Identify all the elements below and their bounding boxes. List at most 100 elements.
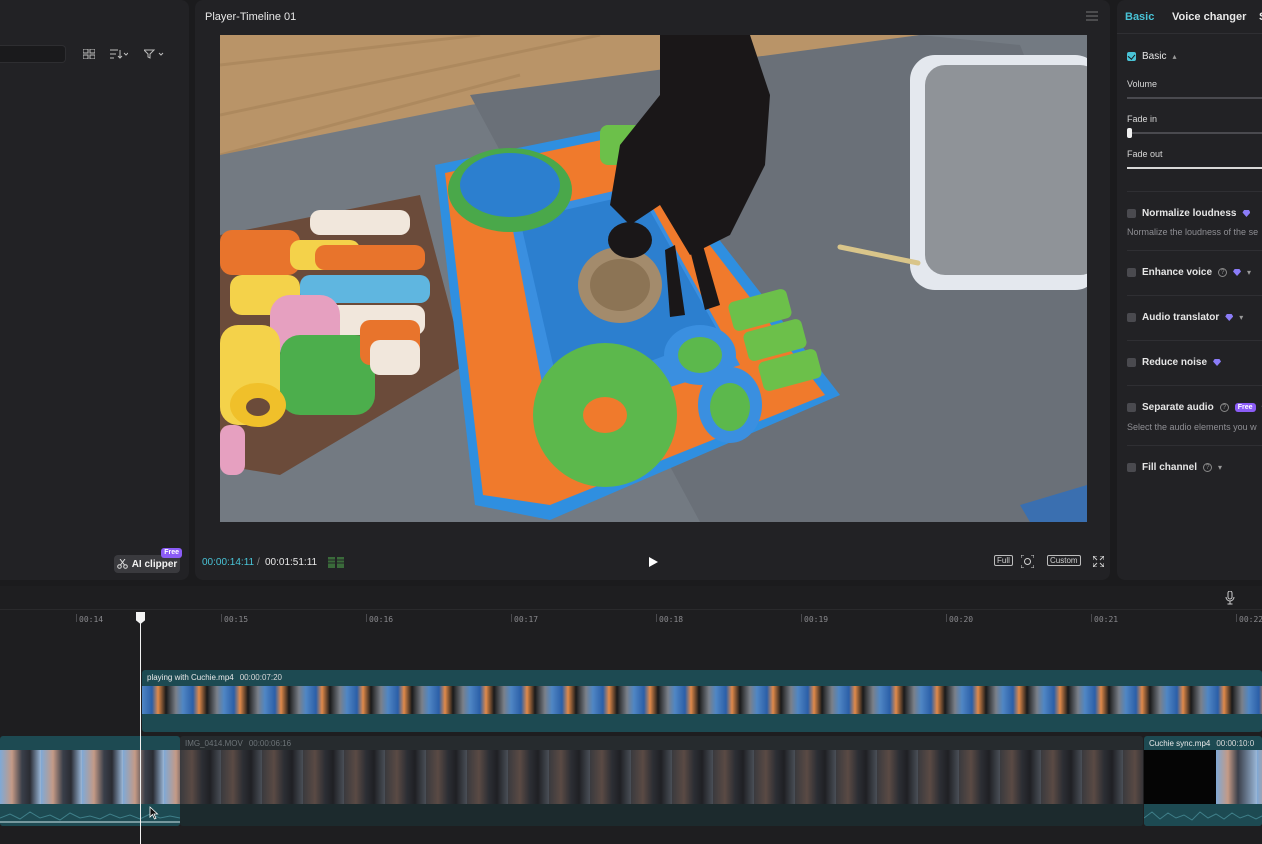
audio-waveform bbox=[1144, 804, 1262, 826]
clip-thumbnails bbox=[180, 750, 1143, 804]
fill-checkbox[interactable] bbox=[1127, 463, 1136, 472]
fade-out-fill bbox=[1127, 167, 1262, 169]
divider bbox=[1127, 340, 1262, 341]
tab-basic[interactable]: Basic bbox=[1125, 11, 1154, 23]
basic-checkbox[interactable] bbox=[1127, 52, 1136, 61]
divider bbox=[1127, 191, 1262, 192]
clip-label: Cuchie sync.mp4 00:00:10:0 bbox=[1149, 739, 1254, 748]
video-frame-image bbox=[220, 35, 1087, 522]
tab-voice-changer[interactable]: Voice changer bbox=[1172, 11, 1246, 23]
clip-name: playing with Cuchie.mp4 bbox=[147, 673, 234, 682]
video-clip-cuchie-sync[interactable]: Cuchie sync.mp4 00:00:10:0 bbox=[1144, 736, 1262, 826]
volume-slider[interactable] bbox=[1127, 97, 1262, 99]
ruler-label: 00:15 bbox=[224, 615, 249, 624]
premium-gem-icon bbox=[1225, 314, 1234, 321]
audio-translator-row[interactable]: Audio translator ▾ bbox=[1127, 312, 1243, 323]
free-badge: Free bbox=[161, 548, 182, 558]
fade-in-slider[interactable] bbox=[1127, 132, 1262, 134]
separate-checkbox[interactable] bbox=[1127, 403, 1136, 412]
clip-thumbnails bbox=[0, 750, 180, 804]
help-icon[interactable]: ? bbox=[1203, 463, 1213, 472]
separate-description: Select the audio elements you w bbox=[1127, 422, 1257, 432]
time-ruler[interactable]: 00:14 00:15 00:16 00:17 00:18 00:19 00:2… bbox=[0, 611, 1262, 627]
ruler-tick bbox=[656, 614, 657, 622]
translator-label: Audio translator bbox=[1142, 312, 1220, 323]
clip-name: Cuchie sync.mp4 bbox=[1149, 739, 1211, 748]
audio-meter-icon bbox=[328, 557, 344, 568]
sort-icon[interactable] bbox=[110, 47, 128, 61]
filter-icon[interactable] bbox=[144, 47, 164, 61]
chevron-down-icon[interactable]: ▾ bbox=[1247, 268, 1251, 277]
ruler-label: 00:22 bbox=[1239, 615, 1262, 624]
menu-icon[interactable] bbox=[1086, 11, 1098, 22]
fade-in-label: Fade in bbox=[1127, 114, 1158, 124]
fill-label: Fill channel bbox=[1142, 462, 1198, 473]
normalize-label: Normalize loudness bbox=[1142, 208, 1237, 219]
player-title: Player-Timeline 01 bbox=[205, 11, 297, 23]
divider bbox=[1127, 295, 1262, 296]
video-clip-playing-with-cuchie[interactable]: playing with Cuchie.mp4 00:00:07:20 bbox=[142, 670, 1262, 732]
ruler-tick bbox=[366, 614, 367, 622]
reduce-noise-row[interactable]: Reduce noise bbox=[1127, 357, 1222, 368]
timeline-toolbar bbox=[0, 586, 1262, 610]
ruler-label: 00:19 bbox=[804, 615, 829, 624]
search-input[interactable] bbox=[0, 45, 66, 63]
enhance-checkbox[interactable] bbox=[1127, 268, 1136, 277]
normalize-loudness-row[interactable]: Normalize loudness bbox=[1127, 208, 1251, 219]
ruler-tick bbox=[1091, 614, 1092, 622]
video-preview[interactable] bbox=[220, 35, 1087, 522]
premium-gem-icon bbox=[1233, 269, 1242, 276]
premium-gem-icon bbox=[1242, 210, 1251, 217]
help-icon[interactable]: ? bbox=[1219, 403, 1229, 412]
screenshot-icon[interactable] bbox=[1020, 554, 1035, 570]
volume-label: Volume bbox=[1127, 79, 1158, 89]
ai-clipper-button[interactable]: AI clipper Free bbox=[114, 548, 182, 573]
enhance-voice-row[interactable]: Enhance voice ? ▾ bbox=[1127, 267, 1251, 278]
microphone-icon[interactable] bbox=[1224, 591, 1236, 605]
ruler-tick bbox=[946, 614, 947, 622]
clip-duration: 00:00:10:0 bbox=[1216, 739, 1255, 748]
grid-view-icon[interactable] bbox=[83, 47, 95, 61]
ruler-tick bbox=[221, 614, 222, 622]
free-badge: Free bbox=[1234, 403, 1256, 412]
help-icon[interactable]: ? bbox=[1218, 268, 1228, 277]
ruler-tick bbox=[801, 614, 802, 622]
full-quality-button[interactable]: Full bbox=[994, 555, 1013, 566]
ruler-label: 00:16 bbox=[369, 615, 394, 624]
media-panel: AI clipper Free bbox=[0, 0, 189, 580]
ruler-label: 00:20 bbox=[949, 615, 974, 624]
ruler-label: 00:21 bbox=[1094, 615, 1119, 624]
separate-label: Separate audio bbox=[1142, 402, 1214, 413]
ruler-tick bbox=[76, 614, 77, 622]
clip-name: IMG_0414.MOV bbox=[185, 739, 243, 748]
aspect-ratio-button[interactable]: Custom bbox=[1047, 555, 1081, 566]
video-clip-img-0414[interactable]: IMG_0414.MOV 00:00:06:16 bbox=[180, 736, 1143, 826]
current-time: 00:00:14:11 bbox=[202, 557, 255, 568]
clip-thumbnails bbox=[1144, 750, 1262, 804]
translator-checkbox[interactable] bbox=[1127, 313, 1136, 322]
timeline-panel[interactable]: 00:14 00:15 00:16 00:17 00:18 00:19 00:2… bbox=[0, 586, 1262, 844]
normalize-description: Normalize the loudness of the se bbox=[1127, 227, 1259, 237]
clip-thumbnails bbox=[142, 686, 1262, 714]
chevron-down-icon[interactable]: ▾ bbox=[1218, 463, 1222, 472]
clip-label: playing with Cuchie.mp4 00:00:07:20 bbox=[147, 673, 282, 682]
full-label: Full bbox=[994, 555, 1013, 566]
playhead[interactable] bbox=[140, 618, 141, 844]
noise-checkbox[interactable] bbox=[1127, 358, 1136, 367]
ruler-label: 00:17 bbox=[514, 615, 539, 624]
fullscreen-icon[interactable] bbox=[1092, 555, 1105, 569]
ai-clipper-label: AI clipper bbox=[131, 558, 178, 570]
custom-label: Custom bbox=[1047, 555, 1081, 566]
play-icon[interactable] bbox=[646, 555, 660, 569]
separate-audio-row[interactable]: Separate audio ? Free ▾ bbox=[1127, 402, 1262, 413]
tab-divider bbox=[1117, 33, 1262, 34]
ruler-label: 00:18 bbox=[659, 615, 684, 624]
normalize-checkbox[interactable] bbox=[1127, 209, 1136, 218]
divider bbox=[1127, 250, 1262, 251]
chevron-down-icon[interactable]: ▾ bbox=[1239, 313, 1243, 322]
fade-in-knob[interactable] bbox=[1127, 128, 1132, 138]
enhance-label: Enhance voice bbox=[1142, 267, 1213, 278]
fill-channel-row[interactable]: Fill channel ? ▾ bbox=[1127, 462, 1222, 473]
noise-label: Reduce noise bbox=[1142, 357, 1208, 368]
basic-section-header[interactable]: Basic ▴ bbox=[1127, 51, 1176, 62]
